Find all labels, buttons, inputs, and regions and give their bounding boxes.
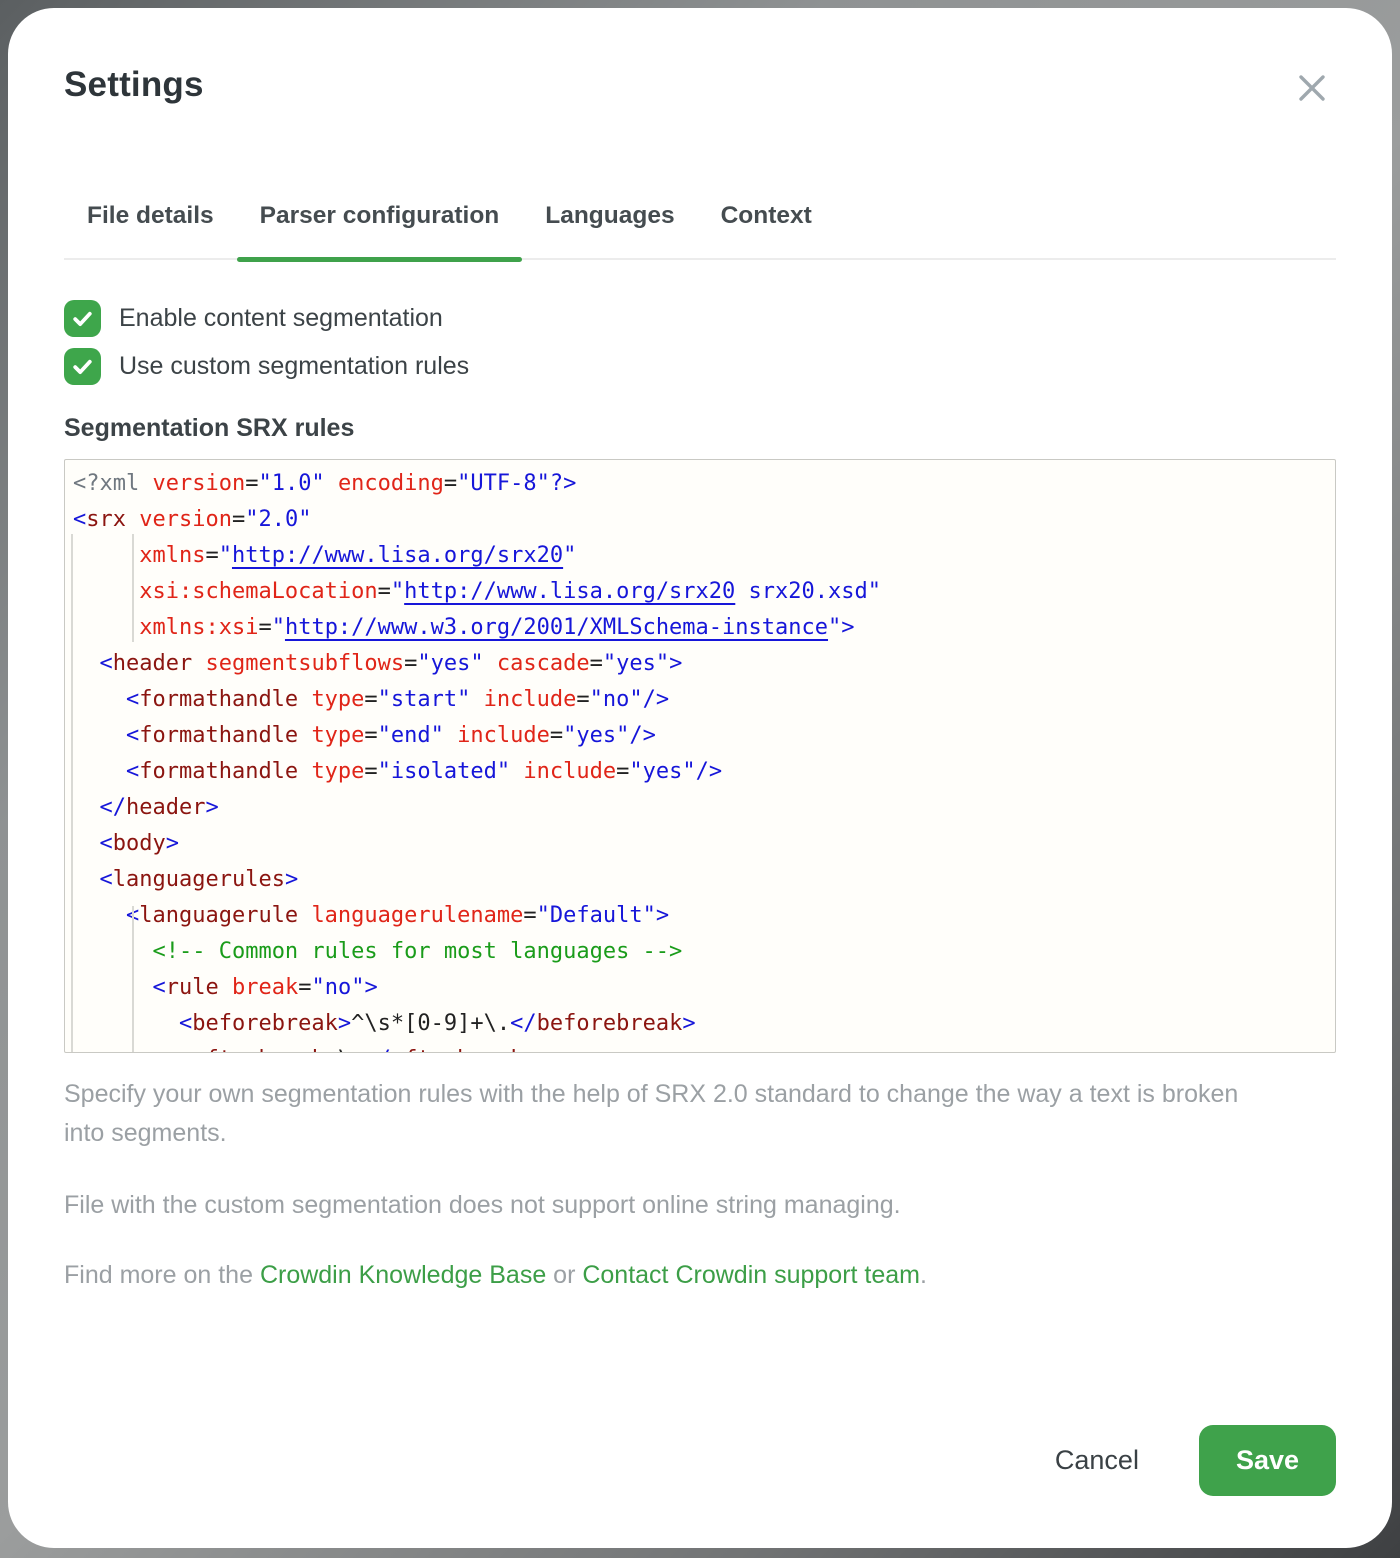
help-paragraph-links: Find more on the Crowdin Knowledge Base … — [64, 1256, 1279, 1295]
checkbox-label: Enable content segmentation — [119, 304, 443, 333]
code-editor-content: <?xml version="1.0" encoding="UTF-8"?><s… — [65, 460, 1335, 1053]
checkbox-enable-content-segmentation[interactable]: Enable content segmentation — [64, 294, 1336, 342]
indent-guide — [71, 534, 73, 1053]
tab-languages[interactable]: Languages — [522, 200, 697, 258]
indent-guide — [132, 534, 134, 642]
knowledge-base-link[interactable]: Crowdin Knowledge Base — [260, 1261, 546, 1289]
tab-bar: File details Parser configuration Langua… — [64, 200, 1336, 260]
help-paragraph-srx: Specify your own segmentation rules with… — [64, 1075, 1279, 1153]
dialog-header: Settings — [64, 62, 1336, 108]
indent-guide — [132, 906, 134, 1053]
checked-checkbox-icon — [64, 348, 101, 385]
tab-file-details[interactable]: File details — [64, 200, 237, 258]
dialog-footer: Cancel Save — [1051, 1425, 1336, 1496]
checkbox-use-custom-segmentation-rules[interactable]: Use custom segmentation rules — [64, 342, 1336, 390]
tab-parser-configuration[interactable]: Parser configuration — [237, 200, 523, 258]
close-icon — [1296, 72, 1328, 104]
settings-dialog: Settings File details Parser configurati… — [8, 8, 1392, 1548]
checked-checkbox-icon — [64, 300, 101, 337]
page-title: Settings — [64, 62, 204, 108]
close-button[interactable] — [1296, 72, 1328, 104]
checkbox-label: Use custom segmentation rules — [119, 352, 469, 381]
help-links-mid: or — [546, 1261, 582, 1289]
tab-context[interactable]: Context — [698, 200, 835, 258]
save-button[interactable]: Save — [1199, 1425, 1336, 1496]
help-text: Specify your own segmentation rules with… — [64, 1075, 1336, 1295]
checkbox-group: Enable content segmentation Use custom s… — [64, 294, 1336, 390]
help-links-suffix: . — [920, 1261, 927, 1289]
help-paragraph-online-managing: File with the custom segmentation does n… — [64, 1186, 1279, 1225]
contact-support-link[interactable]: Contact Crowdin support team — [582, 1261, 920, 1289]
help-links-prefix: Find more on the — [64, 1261, 260, 1289]
cancel-button[interactable]: Cancel — [1051, 1437, 1143, 1484]
srx-rules-editor[interactable]: <?xml version="1.0" encoding="UTF-8"?><s… — [64, 459, 1336, 1053]
srx-rules-label: Segmentation SRX rules — [64, 414, 1336, 443]
